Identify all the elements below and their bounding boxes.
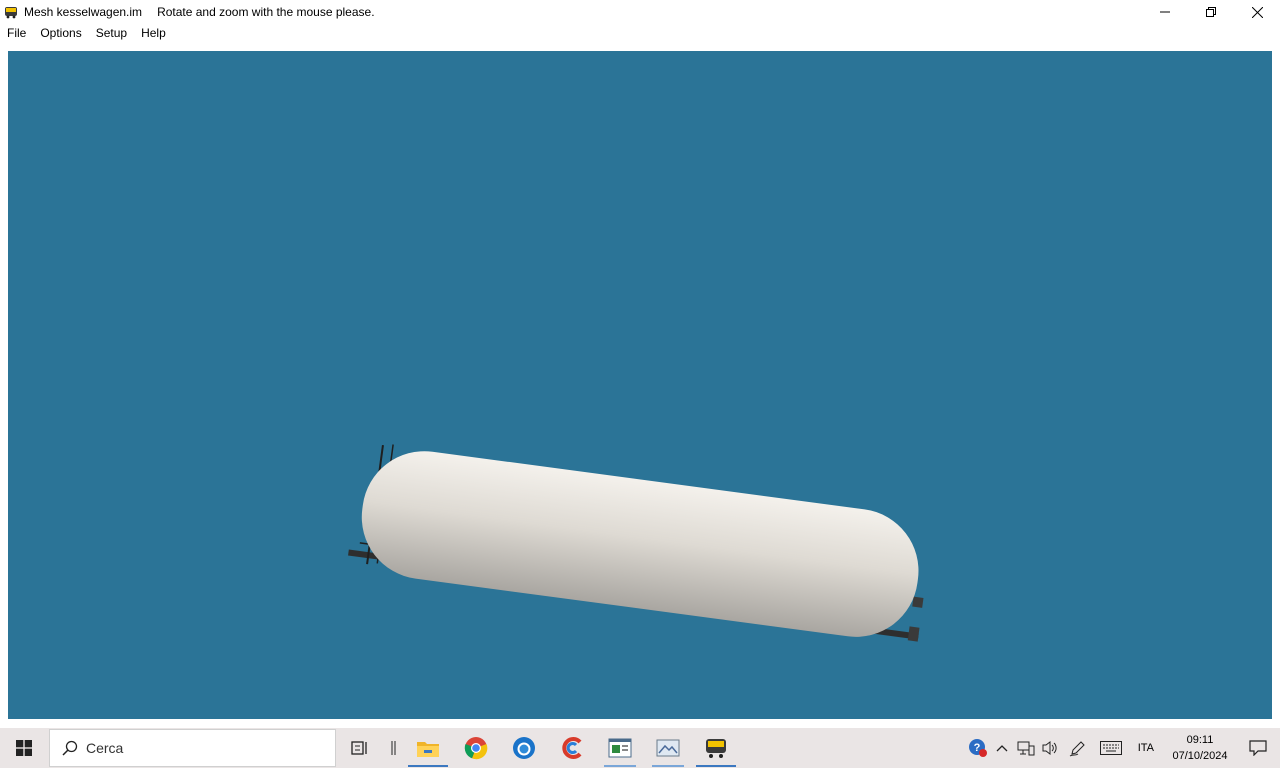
menu-setup[interactable]: Setup — [89, 24, 134, 42]
notifications-button[interactable] — [1236, 728, 1280, 768]
thunderbird-icon — [513, 737, 535, 759]
input-language[interactable]: ITA — [1128, 742, 1164, 754]
image-viewer-icon — [656, 739, 680, 757]
chrome-icon — [464, 737, 488, 760]
clock[interactable]: 09:11 07/10/2024 — [1164, 732, 1236, 764]
app-window-icon — [608, 738, 632, 758]
app-icon — [5, 7, 17, 19]
menu-options[interactable]: Options — [33, 24, 88, 42]
taskbar-separator — [384, 728, 404, 768]
file-explorer-icon — [417, 742, 439, 757]
window-hint: Rotate and zoom with the mouse please. — [157, 5, 375, 19]
keyboard-icon — [1099, 741, 1122, 755]
window-title: Mesh kesselwagen.im — [24, 5, 143, 19]
menu-help[interactable]: Help — [134, 24, 173, 42]
tank-wagon-model: elf — [348, 444, 924, 642]
restore-icon — [1206, 7, 1216, 17]
touch-keyboard-button[interactable] — [1094, 728, 1128, 768]
close-button[interactable] — [1234, 0, 1280, 24]
minimize-button[interactable] — [1142, 0, 1188, 24]
file-explorer-button[interactable] — [404, 728, 452, 768]
system-tray: ? ITA 09:11 07/10/2024 — [966, 728, 1280, 768]
clock-time: 09:11 — [1186, 734, 1214, 746]
network-button[interactable] — [1014, 728, 1038, 768]
menu-file[interactable]: File — [0, 24, 33, 42]
task-view-button[interactable] — [336, 728, 384, 768]
search-icon — [62, 740, 78, 756]
ccleaner-icon — [562, 737, 582, 759]
chrome-button[interactable] — [452, 728, 500, 768]
separator-icon — [391, 741, 396, 755]
ccleaner-button[interactable] — [548, 728, 596, 768]
network-icon — [1017, 741, 1035, 756]
task-view-icon — [351, 741, 367, 755]
notification-icon — [1249, 740, 1267, 756]
thunderbird-button[interactable] — [500, 728, 548, 768]
mesh-app-icon — [706, 739, 726, 758]
3d-viewport[interactable]: elf — [8, 51, 1272, 719]
restore-button[interactable] — [1188, 0, 1234, 24]
search-input[interactable] — [86, 740, 306, 756]
help-tray-button[interactable]: ? — [966, 728, 990, 768]
menu-bar: File Options Setup Help — [0, 24, 1280, 42]
help-alert-icon: ? — [968, 739, 987, 757]
close-icon — [1251, 6, 1263, 18]
chevron-up-icon — [996, 745, 1008, 752]
app-window-button[interactable] — [596, 728, 644, 768]
speaker-icon — [1042, 741, 1057, 755]
image-viewer-button[interactable] — [644, 728, 692, 768]
taskbar-search[interactable] — [49, 729, 336, 767]
pen-button[interactable] — [1062, 728, 1094, 768]
mesh-app-button[interactable] — [692, 728, 740, 768]
start-button[interactable] — [0, 728, 48, 768]
volume-button[interactable] — [1038, 728, 1062, 768]
title-bar: Mesh kesselwagen.im Rotate and zoom with… — [0, 0, 1280, 24]
taskbar: ? — [0, 728, 1280, 768]
pen-icon — [1069, 741, 1085, 757]
clock-date: 07/10/2024 — [1172, 750, 1228, 762]
minimize-icon — [1160, 11, 1170, 13]
windows-logo-icon — [16, 740, 32, 756]
show-hidden-icons-button[interactable] — [990, 728, 1014, 768]
